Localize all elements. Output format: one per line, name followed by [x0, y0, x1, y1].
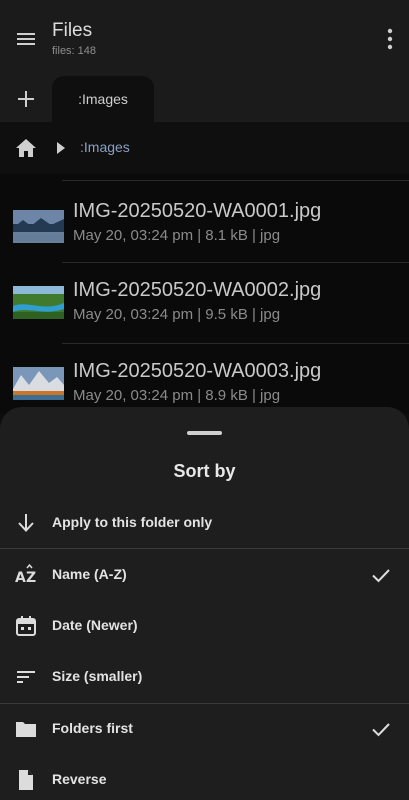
arrow-down-icon — [18, 514, 34, 532]
more-vert-icon[interactable] — [387, 28, 393, 50]
sort-option-size[interactable]: Size (smaller) — [0, 654, 409, 700]
file-meta: May 20, 03:24 pm | 8.1 kB | jpg — [73, 227, 281, 244]
sort-bottom-sheet: Sort by Apply to this folder only A Z Na… — [0, 407, 409, 800]
file-list: IMG-20250520-WA0001.jpg May 20, 03:24 pm… — [0, 174, 409, 414]
sort-option-label: Date (Newer) — [52, 617, 138, 633]
folder-icon — [16, 722, 36, 737]
check-icon — [372, 723, 390, 737]
tabs-bar: :Images — [0, 76, 409, 122]
file-name: IMG-20250520-WA0001.jpg — [73, 200, 322, 222]
svg-text:A: A — [15, 570, 26, 586]
apply-to-folder-option[interactable]: Apply to this folder only — [0, 500, 409, 546]
sort-option-label: Size (smaller) — [52, 668, 143, 684]
file-name: IMG-20250520-WA0003.jpg — [73, 360, 322, 382]
sort-alpha-icon: A Z — [15, 563, 36, 586]
file-icon — [19, 770, 33, 790]
top-app-bar: Files files: 148 — [0, 0, 409, 76]
sort-lines-icon — [17, 671, 35, 683]
title-block: Files files: 148 — [52, 20, 96, 57]
divider — [0, 703, 409, 704]
toggle-label: Folders first — [52, 720, 133, 736]
drag-handle[interactable] — [187, 431, 222, 435]
tab-images[interactable]: :Images — [52, 76, 154, 122]
sort-option-name[interactable]: A Z Name (A-Z) — [0, 552, 409, 598]
breadcrumb: :Images — [0, 122, 409, 174]
list-item[interactable]: IMG-20250520-WA0001.jpg May 20, 03:24 pm… — [0, 180, 409, 261]
toggle-label: Reverse — [52, 771, 107, 787]
divider — [62, 343, 409, 344]
svg-text:Z: Z — [26, 570, 36, 586]
file-name: IMG-20250520-WA0002.jpg — [73, 279, 322, 301]
add-tab-icon[interactable] — [14, 87, 38, 111]
toggle-reverse[interactable]: Reverse — [0, 757, 409, 800]
sort-option-label: Name (A-Z) — [52, 566, 127, 582]
menu-icon[interactable] — [14, 27, 38, 51]
breadcrumb-current[interactable]: :Images — [80, 139, 130, 155]
app-title: Files — [52, 20, 93, 41]
list-item[interactable]: IMG-20250520-WA0002.jpg May 20, 03:24 pm… — [0, 262, 409, 343]
files-app: Files files: 148 :Images :Images IMG-202… — [0, 0, 409, 800]
image-thumbnail — [13, 367, 64, 400]
file-meta: May 20, 03:24 pm | 8.9 kB | jpg — [73, 387, 281, 404]
toggle-folders-first[interactable]: Folders first — [0, 706, 409, 752]
divider — [62, 180, 409, 181]
calendar-icon — [16, 616, 36, 636]
check-icon — [372, 569, 390, 583]
image-thumbnail — [13, 286, 64, 319]
divider — [0, 548, 409, 549]
image-thumbnail — [13, 210, 64, 243]
home-icon[interactable] — [14, 136, 38, 160]
sort-option-date[interactable]: Date (Newer) — [0, 603, 409, 649]
file-count: files: 148 — [52, 45, 97, 57]
chevron-right-icon — [57, 142, 65, 154]
file-meta: May 20, 03:24 pm | 9.5 kB | jpg — [73, 306, 281, 323]
apply-label: Apply to this folder only — [52, 514, 213, 530]
sheet-title: Sort by — [173, 461, 236, 481]
divider — [62, 262, 409, 263]
